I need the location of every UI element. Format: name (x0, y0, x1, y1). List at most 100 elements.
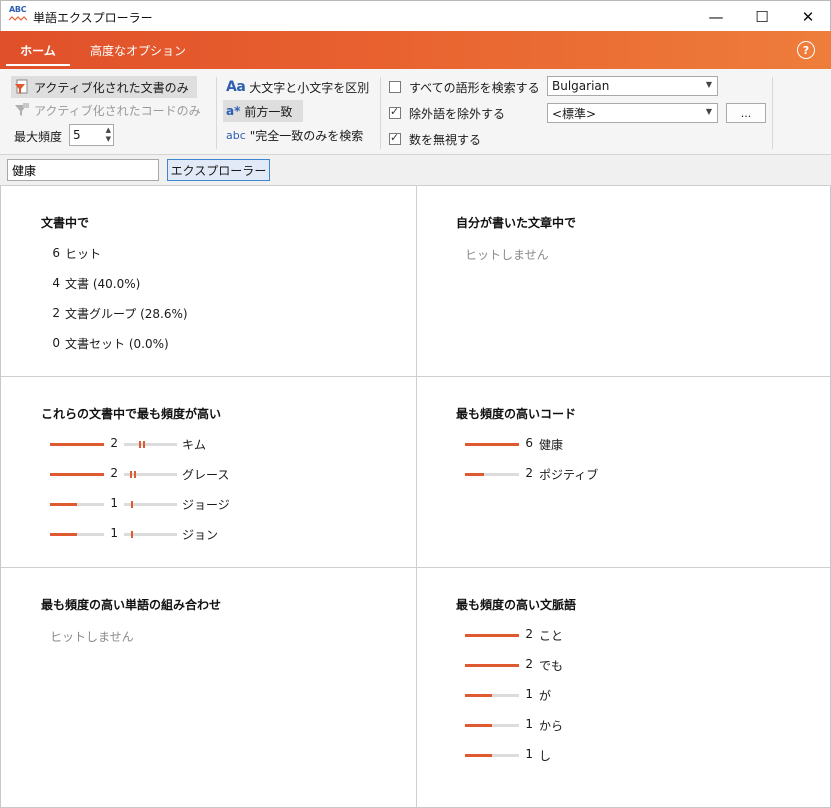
panel-title: これらの文書中で最も頻度が高い (41, 407, 222, 421)
ignore-numbers-label[interactable]: 数を無視する (409, 129, 481, 149)
frequency-bar-fill (465, 724, 492, 727)
item-label: 健康 (539, 438, 564, 452)
explore-button[interactable]: エクスプローラー (167, 159, 270, 181)
search-input[interactable] (7, 159, 159, 181)
frequency-bar (50, 473, 104, 476)
count-value: 2 (525, 657, 533, 671)
ribbon-divider (380, 77, 381, 149)
stepper-arrows-icon[interactable]: ▲ ▼ (106, 126, 111, 144)
language-value: Bulgarian (552, 79, 610, 93)
filter-docs-icon (15, 79, 28, 94)
panel-title: 最も頻度の高いコード (456, 407, 577, 421)
app-icon: ABC (8, 5, 28, 27)
max-frequency-stepper[interactable]: 5 ▲ ▼ (69, 124, 114, 146)
results-grid: 文書中で 6 ヒット 4 文書 (40.0%) 2 文書グループ (28.6%)… (0, 186, 831, 808)
filter-codes-icon (15, 103, 29, 116)
item-label: ジョン (182, 528, 219, 542)
distribution-marker (139, 441, 141, 448)
frequency-bar-fill (50, 503, 77, 506)
item-label: でも (539, 659, 564, 673)
chevron-down-icon: ▼ (705, 80, 712, 89)
zigzag-icon (9, 16, 27, 21)
tab-advanced-options[interactable]: 高度なオプション (90, 31, 186, 69)
frequency-bar (465, 664, 519, 667)
exclude-stopwords-checkbox[interactable] (389, 105, 401, 119)
distribution-marker (131, 501, 133, 508)
stoplist-edit-button[interactable]: ... (726, 103, 766, 123)
list-item: 6 ヒット (52, 246, 102, 261)
wildcard-icon: a* (226, 104, 241, 118)
panel-divider (1, 567, 830, 568)
maximize-button[interactable]: ☐ (739, 1, 785, 32)
prefix-match-button[interactable]: a* 前方一致 (223, 100, 303, 122)
stoplist-value: <標準> (552, 106, 597, 121)
list-item: 2 文書グループ (28.6%) (52, 306, 188, 321)
frequency-bar (465, 443, 519, 446)
chevron-down-icon: ▼ (705, 107, 712, 116)
exact-match-label: "完全一致のみを検索 (249, 128, 364, 143)
frequency-bar (465, 754, 519, 757)
frequency-bar-fill (465, 754, 492, 757)
count-value: 1 (525, 687, 533, 701)
case-sensitive-button[interactable]: Aa 大文字と小文字を区別 (226, 77, 369, 97)
frequency-bar (465, 473, 519, 476)
window-title: 単語エクスプローラー (33, 11, 153, 25)
panel-title: 自分が書いた文章中で (456, 216, 577, 230)
item-label: から (539, 719, 564, 733)
case-sensitive-label: 大文字と小文字を区別 (249, 80, 370, 95)
frequency-bar (465, 694, 519, 697)
distribution-bar (124, 441, 177, 448)
item-label: こと (539, 629, 564, 643)
frequency-bar (50, 533, 104, 536)
frequency-bar-fill (465, 694, 492, 697)
distribution-marker (143, 441, 145, 448)
panel-divider (1, 376, 830, 377)
frequency-bar-fill (465, 664, 519, 667)
frequency-bar-fill (465, 443, 519, 446)
count-value: 1 (110, 496, 118, 510)
active-codes-only-button[interactable]: アクティブ化されたコードのみ (11, 100, 201, 120)
frequency-bar-fill (50, 533, 77, 536)
ignore-numbers-checkbox[interactable] (389, 131, 401, 145)
panel-title: 最も頻度の高い文脈語 (456, 598, 577, 612)
max-frequency-value: 5 (73, 128, 81, 142)
stoplist-select[interactable]: <標準> ▼ (547, 103, 718, 123)
count-value: 1 (525, 717, 533, 731)
all-forms-checkbox[interactable] (389, 81, 401, 93)
panel-title: 文書中で (41, 216, 90, 230)
frequency-bar (465, 724, 519, 727)
count-value: 6 (525, 436, 533, 450)
close-button[interactable]: ✕ (785, 1, 831, 32)
case-sensitive-icon: Aa (226, 79, 246, 95)
list-item: 0 文書セット (0.0%) (52, 336, 169, 351)
active-docs-only-button[interactable]: アクティブ化された文書のみ (11, 76, 197, 98)
minimize-button[interactable]: — (693, 1, 739, 32)
all-forms-label[interactable]: すべての語形を検索する (409, 77, 540, 97)
exclude-stopwords-label[interactable]: 除外語を除外する (409, 103, 505, 123)
distribution-bar (124, 501, 177, 508)
count-value: 1 (110, 526, 118, 540)
language-select[interactable]: Bulgarian ▼ (547, 76, 718, 96)
help-icon[interactable]: ? (797, 41, 815, 59)
frequency-bar (50, 503, 104, 506)
count-value: 2 (110, 436, 118, 450)
active-docs-only-label: アクティブ化された文書のみ (34, 80, 189, 95)
count-value: 1 (525, 747, 533, 761)
tab-home[interactable]: ホーム (0, 31, 76, 69)
ribbon-tabs: ホーム 高度なオプション ? (0, 31, 831, 69)
prefix-match-label: 前方一致 (244, 104, 293, 119)
item-label: し (539, 749, 552, 763)
search-bar: エクスプローラー (0, 155, 831, 186)
distribution-marker (134, 471, 136, 478)
ribbon-divider (216, 77, 217, 149)
frequency-bar-fill (465, 634, 519, 637)
item-label: ジョージ (182, 498, 230, 512)
exact-match-icon: abc (226, 128, 246, 142)
frequency-bar-fill (50, 473, 104, 476)
no-hits-text: ヒットしません (50, 630, 134, 644)
active-codes-only-label: アクティブ化されたコードのみ (34, 103, 201, 118)
list-item: 4 文書 (40.0%) (52, 276, 141, 291)
frequency-bar (465, 634, 519, 637)
exact-match-button[interactable]: abc "完全一致のみを検索 (226, 124, 363, 146)
distribution-marker (130, 471, 132, 478)
